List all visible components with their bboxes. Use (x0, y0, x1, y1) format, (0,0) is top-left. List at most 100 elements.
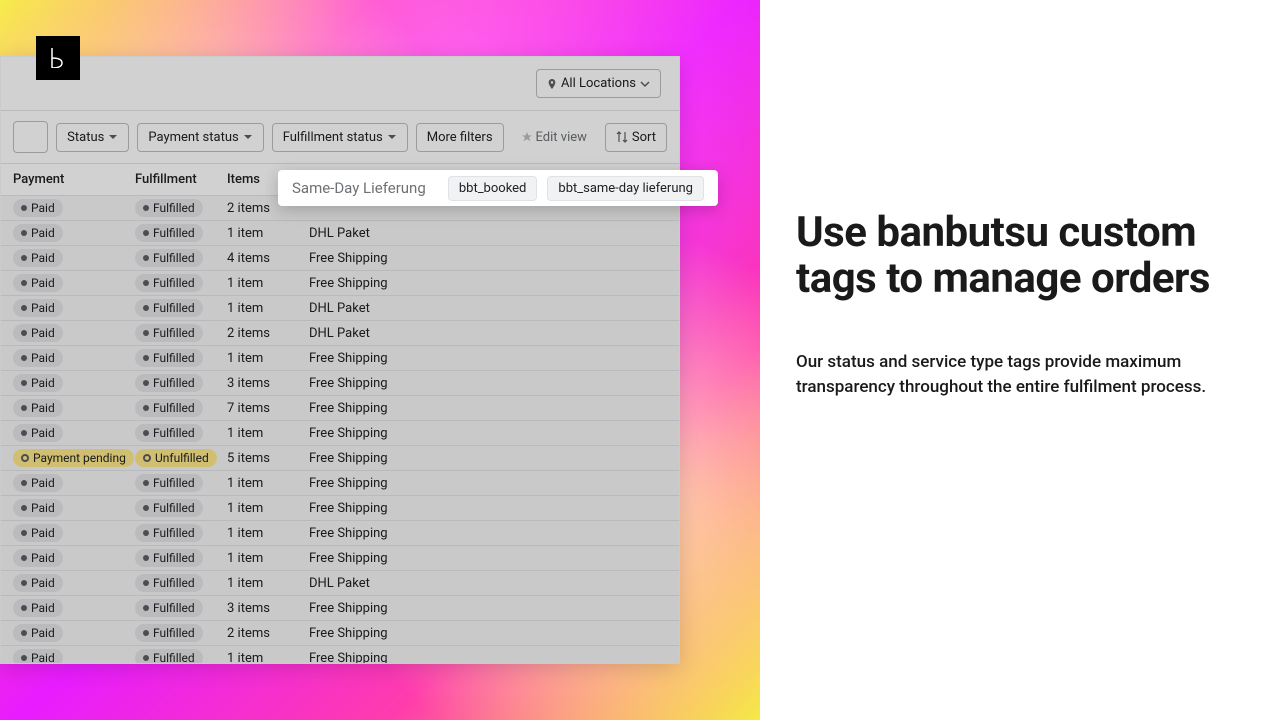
table-row[interactable]: Paid Fulfilled 4 itemsFree Shipping (1, 246, 679, 271)
fulfillment-badge: Fulfilled (135, 524, 203, 542)
table-row[interactable]: PaidFulfilled1 itemFree Shipping (1, 496, 679, 521)
delivery-cell: Free Shipping (309, 351, 433, 366)
fulfillment-badge: Fulfilled (135, 349, 203, 367)
items-cell: 4 items (227, 251, 309, 266)
items-cell: 1 item (227, 226, 309, 241)
fulfillment-badge: Fulfilled (135, 649, 203, 664)
payment-badge: Paid (13, 199, 63, 217)
window-topbar: All Locations (1, 57, 679, 111)
filter-bar: Status Payment status Fulfillment status… (1, 111, 679, 164)
delivery-cell: Free Shipping (309, 251, 433, 266)
table-row[interactable]: PaidFulfilled2 itemsDHL Paket (1, 321, 679, 346)
payment-badge: Paid (13, 399, 63, 417)
payment-badge: Paid (13, 574, 63, 592)
payment-badge: Paid (13, 549, 63, 567)
table-row[interactable]: Payment pendingUnfulfilled5 itemsFree Sh… (1, 446, 679, 471)
payment-badge: Paid (13, 349, 63, 367)
delivery-cell: Free Shipping (309, 526, 433, 541)
delivery-cell: Free Shipping (309, 426, 433, 441)
fulfillment-badge: Fulfilled (135, 399, 203, 417)
table-row[interactable]: PaidFulfilled1 itemDHL Paket (1, 221, 679, 246)
payment-badge: Paid (13, 324, 63, 342)
table-body: PaidFulfilled2 itemsPaidFulfilled1 itemD… (1, 196, 679, 664)
banbutsu-logo-icon (50, 48, 66, 68)
delivery-cell: DHL Paket (309, 301, 433, 316)
highlight-delivery-method: Same-Day Lieferung (292, 179, 426, 197)
payment-badge: Payment pending (13, 449, 134, 467)
more-filters-button[interactable]: More filters (416, 123, 504, 152)
payment-badge: Paid (13, 374, 63, 392)
table-row[interactable]: Paid Fulfilled 3 itemsFree Shipping (1, 371, 679, 396)
table-row[interactable]: PaidFulfilled1 itemDHL Paket (1, 571, 679, 596)
payment-badge: Paid (13, 274, 63, 292)
delivery-cell: DHL Paket (309, 326, 433, 341)
table-row[interactable]: PaidFulfilled1 itemFree Shipping (1, 521, 679, 546)
screenshot-panel: All Locations Status Payment status Fulf… (0, 0, 760, 720)
sort-icon (616, 131, 628, 143)
delivery-cell: Free Shipping (309, 501, 433, 516)
delivery-cell: Free Shipping (309, 451, 433, 466)
payment-badge: Paid (13, 249, 63, 267)
highlight-tag-booked: bbt_booked (448, 176, 538, 201)
table-row[interactable]: PaidFulfilled2 itemsFree Shipping (1, 621, 679, 646)
fulfillment-badge: Fulfilled (135, 549, 203, 567)
items-cell: 1 item (227, 351, 309, 366)
fulfillment-badge: Fulfilled (135, 474, 203, 492)
payment-badge: Paid (13, 299, 63, 317)
table-row[interactable]: Paid Fulfilled 1 itemFree Shipping (1, 646, 679, 664)
sort-button[interactable]: Sort (605, 123, 667, 152)
items-cell: 1 item (227, 276, 309, 291)
delivery-cell: Free Shipping (309, 376, 433, 391)
marketing-panel: Use banbutsu custom tags to manage order… (760, 0, 1280, 720)
items-cell: 1 item (227, 476, 309, 491)
location-selector[interactable]: All Locations (536, 69, 661, 98)
filter-payment-status[interactable]: Payment status (137, 123, 263, 152)
fulfillment-badge: Fulfilled (135, 424, 203, 442)
table-row[interactable]: Paid Fulfilled 1 itemFree Shipping (1, 346, 679, 371)
star-icon (522, 132, 532, 142)
table-row[interactable]: Paid Fulfilled 1 itemDHL Paket (1, 296, 679, 321)
location-label: All Locations (561, 76, 636, 91)
payment-badge: Paid (13, 499, 63, 517)
delivery-cell: Free Shipping (309, 276, 433, 291)
orders-window: All Locations Status Payment status Fulf… (0, 56, 680, 664)
search-input[interactable] (13, 121, 48, 153)
marketing-heading: Use banbutsu custom tags to manage order… (796, 210, 1250, 302)
highlight-tag-sameday: bbt_same-day lieferung (547, 176, 704, 201)
delivery-cell: Free Shipping (309, 626, 433, 641)
items-cell: 1 item (227, 576, 309, 591)
delivery-cell: Free Shipping (309, 551, 433, 566)
items-cell: 2 items (227, 626, 309, 641)
edit-view-button[interactable]: Edit view (512, 124, 597, 151)
fulfillment-badge: Unfulfilled (135, 449, 217, 467)
chevron-down-icon (640, 79, 650, 89)
delivery-cell: DHL Paket (309, 576, 433, 591)
caret-down-icon (387, 132, 397, 142)
brand-logo (36, 36, 80, 80)
table-row[interactable]: PaidFulfilled1 itemFree Shipping (1, 546, 679, 571)
table-row[interactable]: PaidFulfilled1 itemFree Shipping (1, 471, 679, 496)
table-row[interactable]: PaidFulfilled1 itemFree Shipping (1, 271, 679, 296)
location-pin-icon (547, 79, 557, 89)
fulfillment-badge: Fulfilled (135, 249, 203, 267)
table-row[interactable]: PaidFulfilled1 itemFree Shipping (1, 421, 679, 446)
table-row[interactable]: PaidFulfilled7 itemsFree Shipping (1, 396, 679, 421)
items-cell: 3 items (227, 376, 309, 391)
caret-down-icon (243, 132, 253, 142)
fulfillment-badge: Fulfilled (135, 624, 203, 642)
filter-status[interactable]: Status (56, 123, 129, 152)
items-cell: 1 item (227, 651, 309, 665)
filter-fulfillment-status[interactable]: Fulfillment status (272, 123, 408, 152)
caret-down-icon (108, 132, 118, 142)
payment-badge: Paid (13, 424, 63, 442)
fulfillment-badge: Fulfilled (135, 324, 203, 342)
items-cell: 7 items (227, 401, 309, 416)
delivery-cell: Free Shipping (309, 476, 433, 491)
table-row[interactable]: PaidFulfilled3 itemsFree Shipping (1, 596, 679, 621)
fulfillment-badge: Fulfilled (135, 299, 203, 317)
payment-badge: Paid (13, 649, 63, 664)
delivery-cell: Free Shipping (309, 651, 433, 665)
items-cell: 3 items (227, 601, 309, 616)
items-cell: 1 item (227, 301, 309, 316)
fulfillment-badge: Fulfilled (135, 374, 203, 392)
